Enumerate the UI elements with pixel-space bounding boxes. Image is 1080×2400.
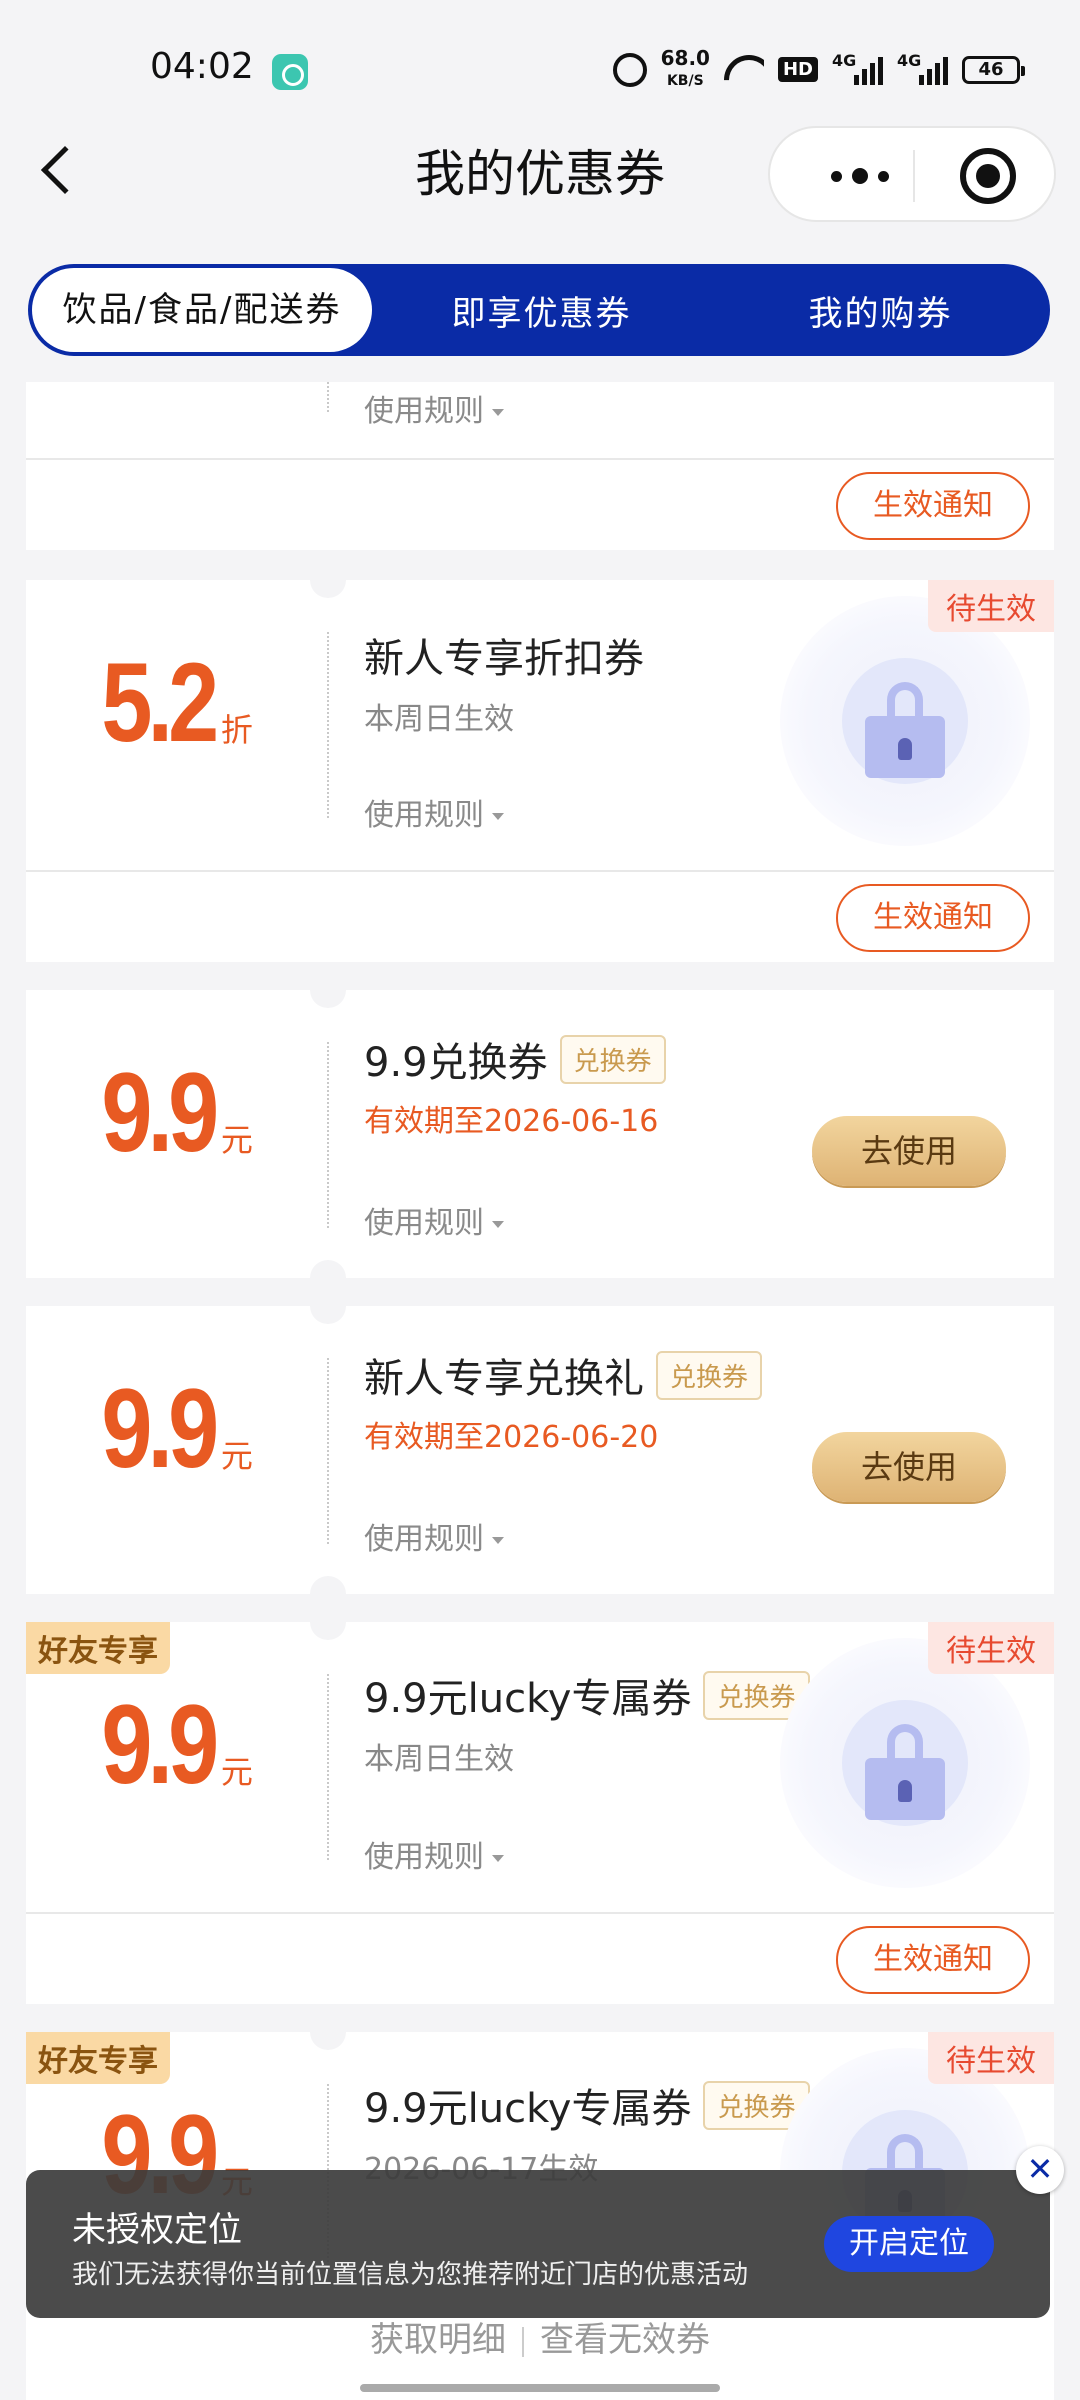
divider-line [327, 1042, 329, 1228]
notify-button[interactable]: 生效通知 [836, 884, 1030, 952]
invalid-coupons-link[interactable]: 查看无效券 [540, 2320, 710, 2360]
coupon-title: 9.9兑换券 兑换券 [364, 1030, 666, 1088]
notify-button[interactable]: 生效通知 [836, 472, 1030, 540]
tab-drinks-food-delivery[interactable]: 饮品/食品/配送券 [32, 268, 372, 352]
coupon-amount: 9.9元 [101, 1050, 253, 1175]
coupon-amount: 9.9元 [101, 1682, 253, 1807]
pending-badge: 待生效 [928, 580, 1054, 632]
coupon-title: 9.9元lucky专属券 兑换券 [364, 2076, 810, 2134]
lock-icon [865, 682, 945, 778]
coupon-card: 9.9 元 9.9兑换券 兑换券 有效期至2026-06-16 使用规则 去使用 [26, 990, 1054, 1278]
coupon-card: 5.2 折 新人专享折扣券 本周日生效 使用规则 待生效 [26, 580, 1054, 870]
coupon-validity: 有效期至2026-06-20 [364, 1420, 659, 1455]
notify-button[interactable]: 生效通知 [836, 1926, 1030, 1994]
more-icon[interactable] [810, 162, 910, 190]
mini-program-capsule [768, 126, 1056, 222]
coupon-validity: 本周日生效 [364, 702, 514, 737]
bottom-links: 获取明细 查看无效券 [0, 2312, 1080, 2361]
rules-link[interactable]: 使用规则 [364, 1832, 504, 1876]
enable-location-button[interactable]: 开启定位 [824, 2216, 994, 2272]
card-footer: 生效通知 [26, 458, 1054, 550]
coupon-card: 使用规则 [26, 382, 1054, 458]
lock-icon [865, 1724, 945, 1820]
coupon-tabs: 饮品/食品/配送券 即享优惠券 我的购券 [28, 264, 1050, 356]
signal-icon-2: 4G [897, 51, 948, 85]
status-icons: 68.0 KB/S HD 4G 4G 46 [612, 46, 1025, 91]
close-miniprogram-icon[interactable] [960, 148, 1016, 204]
friend-badge: 好友专享 [26, 1622, 170, 1674]
link-divider [522, 2326, 524, 2357]
exchange-tag: 兑换券 [656, 1350, 763, 1400]
toast-title: 未授权定位 [72, 2210, 242, 2250]
wifi-icon [724, 55, 764, 85]
tab-my-purchased[interactable]: 我的购券 [711, 286, 1050, 335]
location-permission-toast: 未授权定位 我们无法获得你当前位置信息为您推荐附近门店的优惠活动 开启定位 [26, 2170, 1050, 2318]
pending-badge: 待生效 [928, 1622, 1054, 1674]
rules-link[interactable]: 使用规则 [364, 1514, 504, 1558]
network-speed: 68.0 KB/S [660, 46, 710, 89]
card-footer: 生效通知 [26, 870, 1054, 962]
app-notification-icon [272, 54, 308, 90]
hd-icon: HD [777, 57, 818, 82]
divider-line [327, 1674, 329, 1860]
coupon-list[interactable]: 使用规则 生效通知 5.2 折 新人专享折扣券 本周日生效 使用规则 待生效 生效… [0, 382, 1080, 2400]
divider-line [327, 382, 329, 412]
tab-instant-coupons[interactable]: 即享优惠券 [372, 286, 711, 335]
lock-badge [780, 596, 1030, 846]
toast-message: 我们无法获得你当前位置信息为您推荐附近门店的优惠活动 [72, 2260, 749, 2290]
card-footer: 生效通知 [26, 1912, 1054, 2004]
exchange-tag: 兑换券 [559, 1034, 666, 1084]
divider-line [327, 1358, 329, 1544]
coupon-title: 9.9元lucky专属券 兑换券 [364, 1666, 810, 1724]
lock-badge [780, 1638, 1030, 1888]
status-time: 04:02 [150, 46, 254, 87]
home-indicator[interactable] [360, 2384, 720, 2392]
coupon-card: 9.9 元 9.9元lucky专属券 兑换券 本周日生效 使用规则 待生效 好友专享 [26, 1622, 1054, 1912]
coupon-title: 新人专享折扣券 [364, 636, 644, 682]
divider-line [327, 632, 329, 818]
rules-link[interactable]: 使用规则 [364, 790, 504, 834]
use-button[interactable]: 去使用 [812, 1116, 1006, 1186]
status-bar: 04:02 68.0 KB/S HD 4G 4G 46 [0, 0, 1080, 140]
rules-link[interactable]: 使用规则 [364, 386, 504, 430]
alarm-icon [612, 52, 647, 87]
details-link[interactable]: 获取明细 [370, 2320, 506, 2360]
capsule-divider [913, 150, 915, 202]
coupon-title: 新人专享兑换礼 兑换券 [364, 1346, 763, 1404]
pending-badge: 待生效 [928, 2032, 1054, 2084]
signal-icon: 4G [832, 51, 883, 85]
coupon-amount: 9.9元 [101, 1366, 253, 1491]
friend-badge: 好友专享 [26, 2032, 170, 2084]
coupon-validity: 本周日生效 [364, 1742, 514, 1777]
use-button[interactable]: 去使用 [812, 1432, 1006, 1502]
close-icon[interactable]: ✕ [1016, 2146, 1064, 2194]
coupon-amount: 5.2 折 [101, 640, 253, 765]
coupon-validity: 有效期至2026-06-16 [364, 1104, 659, 1139]
battery-icon: 46 [962, 55, 1025, 84]
coupon-card: 9.9 元 新人专享兑换礼 兑换券 有效期至2026-06-20 使用规则 去使用 [26, 1306, 1054, 1594]
rules-link[interactable]: 使用规则 [364, 1198, 504, 1242]
